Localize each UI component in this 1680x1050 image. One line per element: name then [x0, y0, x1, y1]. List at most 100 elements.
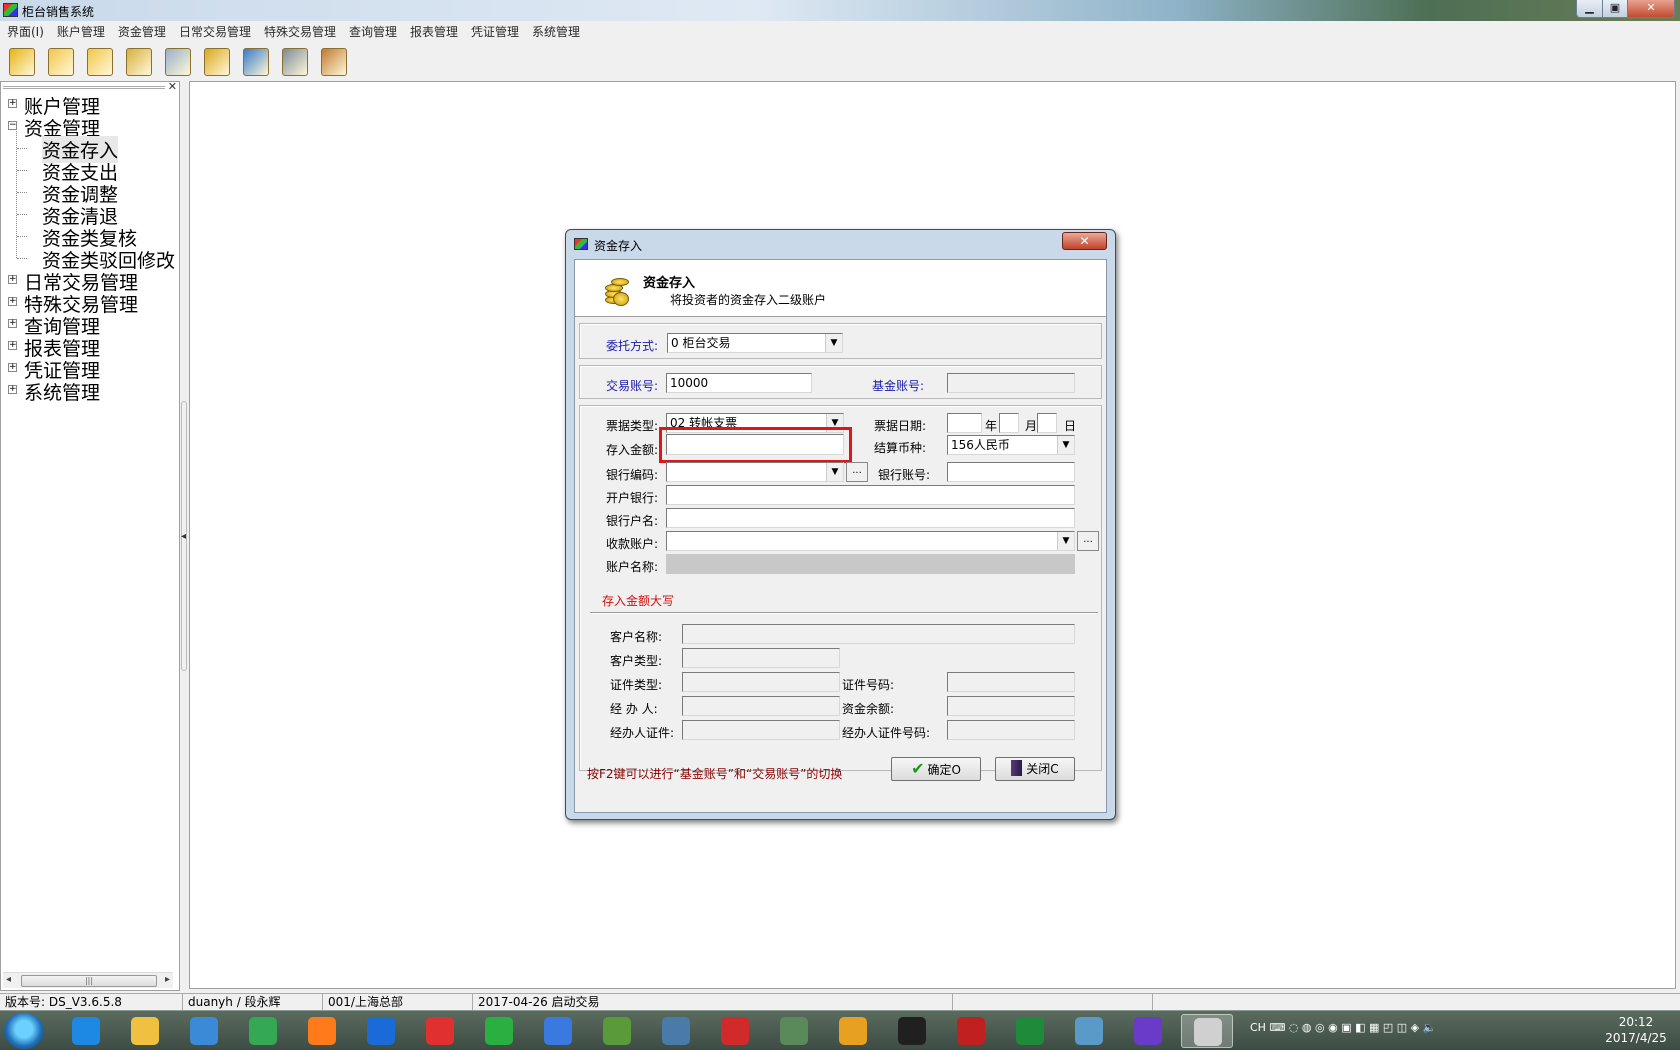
scroll-left-icon[interactable]: ◂: [6, 974, 11, 985]
agent-id-field: [682, 720, 840, 740]
taskbar-notepad-button[interactable]: [591, 1014, 643, 1048]
taskbar-paint-button[interactable]: [1063, 1014, 1115, 1048]
panel-close-icon[interactable]: ✕: [168, 81, 177, 92]
taskbar-ie-button[interactable]: [60, 1014, 112, 1048]
ok-button[interactable]: ✔ 确定O: [891, 757, 981, 781]
collapse-icon[interactable]: −: [8, 121, 17, 130]
bill-day-input[interactable]: [1037, 413, 1057, 433]
maximize-button[interactable]: ▣: [1602, 0, 1628, 18]
taskbar-chrome-button[interactable]: [237, 1014, 289, 1048]
toolbar-search-user-button[interactable]: [122, 44, 156, 78]
open-bank-input[interactable]: [666, 485, 1075, 505]
tree-group-item[interactable]: 系统管理: [24, 378, 100, 405]
menu-system[interactable]: 系统管理: [525, 21, 586, 40]
menu-voucher[interactable]: 凭证管理: [464, 21, 525, 40]
toolbar-magnifier-button[interactable]: [161, 44, 195, 78]
bank-holder-input[interactable]: [666, 508, 1075, 528]
separator: [590, 612, 1098, 614]
bank-code-select[interactable]: ▼: [666, 462, 844, 482]
taskbar-media-button[interactable]: [178, 1014, 230, 1048]
scroll-right-icon[interactable]: ▸: [165, 974, 170, 985]
expand-icon[interactable]: +: [8, 319, 17, 328]
netease-icon: [426, 1017, 454, 1045]
amount-input[interactable]: [666, 434, 844, 455]
taskbar-cmd-button[interactable]: [886, 1014, 938, 1048]
fund-account-input[interactable]: [947, 373, 1075, 393]
expand-icon[interactable]: +: [8, 275, 17, 284]
fund-account-label: 基金账号:: [872, 379, 925, 393]
bill-month-input[interactable]: [999, 413, 1019, 433]
horizontal-scrollbar[interactable]: ◂ ||| ▸: [3, 972, 173, 988]
start-button[interactable]: [4, 1013, 44, 1049]
toolbar-folder-edit-button[interactable]: [83, 44, 117, 78]
taskbar-sogou-button[interactable]: [709, 1014, 761, 1048]
menu-daily-trade[interactable]: 日常交易管理: [172, 21, 257, 40]
contacts-icon: [839, 1017, 867, 1045]
folder-edit-icon: [87, 48, 113, 76]
menu-bar: 界面(I) 账户管理 资金管理 日常交易管理 特殊交易管理 查询管理 报表管理 凭证管理 系统管…: [0, 21, 1680, 41]
expand-icon[interactable]: +: [8, 341, 17, 350]
taskbar-remote-button[interactable]: [650, 1014, 702, 1048]
system-tray[interactable]: CH ⌨ ◌ ◍ ◎ ◉ ▣ ◧ ▦ ◰ ◫ ◈ 🔈: [1250, 1021, 1436, 1034]
close-dialog-button[interactable]: 关闭C: [995, 757, 1075, 781]
taskbar-baidu-button[interactable]: [532, 1014, 584, 1048]
receive-account-select[interactable]: ▼: [666, 531, 1075, 551]
menu-report[interactable]: 报表管理: [403, 21, 464, 40]
taskbar-excel-button[interactable]: [1004, 1014, 1056, 1048]
currency-value: 156人民币: [951, 438, 1010, 452]
expand-icon[interactable]: +: [8, 99, 17, 108]
bank-account-input[interactable]: [947, 462, 1075, 482]
bank-code-browse-button[interactable]: ...: [846, 462, 868, 482]
deposit-dialog: 资金存入 ✕ 资金存入 将投资者的资金存入二级账户 委托方式: 0 柜台交易 ▼: [565, 229, 1116, 820]
year-label: 年: [985, 419, 998, 433]
entrust-select[interactable]: 0 柜台交易 ▼: [667, 333, 843, 353]
currency-select[interactable]: 156人民币 ▼: [947, 435, 1075, 455]
taskbar-explorer-button[interactable]: [119, 1014, 171, 1048]
menu-funds[interactable]: 资金管理: [111, 21, 172, 40]
account-name-field: [666, 554, 1075, 574]
dialog-title: 资金存入: [594, 239, 643, 253]
chevron-down-icon[interactable]: ▼: [1057, 532, 1074, 550]
scroll-thumb[interactable]: |||: [21, 975, 157, 987]
toolbar-printer-button[interactable]: [278, 44, 312, 78]
currency-label: 结算币种:: [874, 441, 927, 455]
dialog-close-button[interactable]: ✕: [1062, 232, 1107, 250]
taskbar-visual-studio-button[interactable]: [1122, 1014, 1174, 1048]
taskbar-firefox-button[interactable]: [296, 1014, 348, 1048]
customer-type-label: 客户类型:: [610, 654, 663, 668]
expand-icon[interactable]: +: [8, 385, 17, 394]
taskbar-contacts-button[interactable]: [827, 1014, 879, 1048]
panel-grip: [3, 86, 165, 89]
toolbar-report-chart-button[interactable]: [239, 44, 273, 78]
expand-icon[interactable]: +: [8, 363, 17, 372]
menu-account[interactable]: 账户管理: [50, 21, 111, 40]
taskbar-pc-button[interactable]: [768, 1014, 820, 1048]
taskbar-netease-button[interactable]: [414, 1014, 466, 1048]
toolbar-folder-button[interactable]: [44, 44, 78, 78]
toolbar-tools-button[interactable]: [317, 44, 351, 78]
chevron-down-icon[interactable]: ▼: [826, 463, 843, 481]
id-number-label: 证件号码:: [842, 678, 895, 692]
panel-splitter[interactable]: ◂: [180, 81, 188, 991]
toolbar-gear-search-button[interactable]: [200, 44, 234, 78]
taskbar-wechat-button[interactable]: [473, 1014, 525, 1048]
menu-query[interactable]: 查询管理: [342, 21, 403, 40]
receive-account-browse-button[interactable]: ...: [1077, 531, 1099, 551]
bill-year-input[interactable]: [947, 413, 982, 433]
collapse-arrow-icon[interactable]: ◂: [181, 531, 186, 542]
close-button[interactable]: ✕: [1627, 0, 1675, 18]
expand-icon[interactable]: +: [8, 297, 17, 306]
chevron-down-icon[interactable]: ▼: [1057, 436, 1074, 454]
balance-label: 资金余额:: [842, 702, 895, 716]
minimize-button[interactable]: ▁: [1576, 0, 1603, 18]
menu-special-trade[interactable]: 特殊交易管理: [257, 21, 342, 40]
taskbar-browser-button[interactable]: [355, 1014, 407, 1048]
menu-interface[interactable]: 界面(I): [0, 21, 50, 40]
taskbar-pen-button[interactable]: [945, 1014, 997, 1048]
taskbar-app-button[interactable]: [1181, 1014, 1233, 1048]
chevron-down-icon[interactable]: ▼: [825, 334, 842, 352]
toolbar-user-button[interactable]: [5, 44, 39, 78]
clock[interactable]: 20:12 2017/4/25: [1600, 1014, 1672, 1046]
trade-account-input[interactable]: 10000: [666, 373, 812, 393]
status-version: 版本号: DS_V3.6.5.8: [0, 993, 182, 1010]
